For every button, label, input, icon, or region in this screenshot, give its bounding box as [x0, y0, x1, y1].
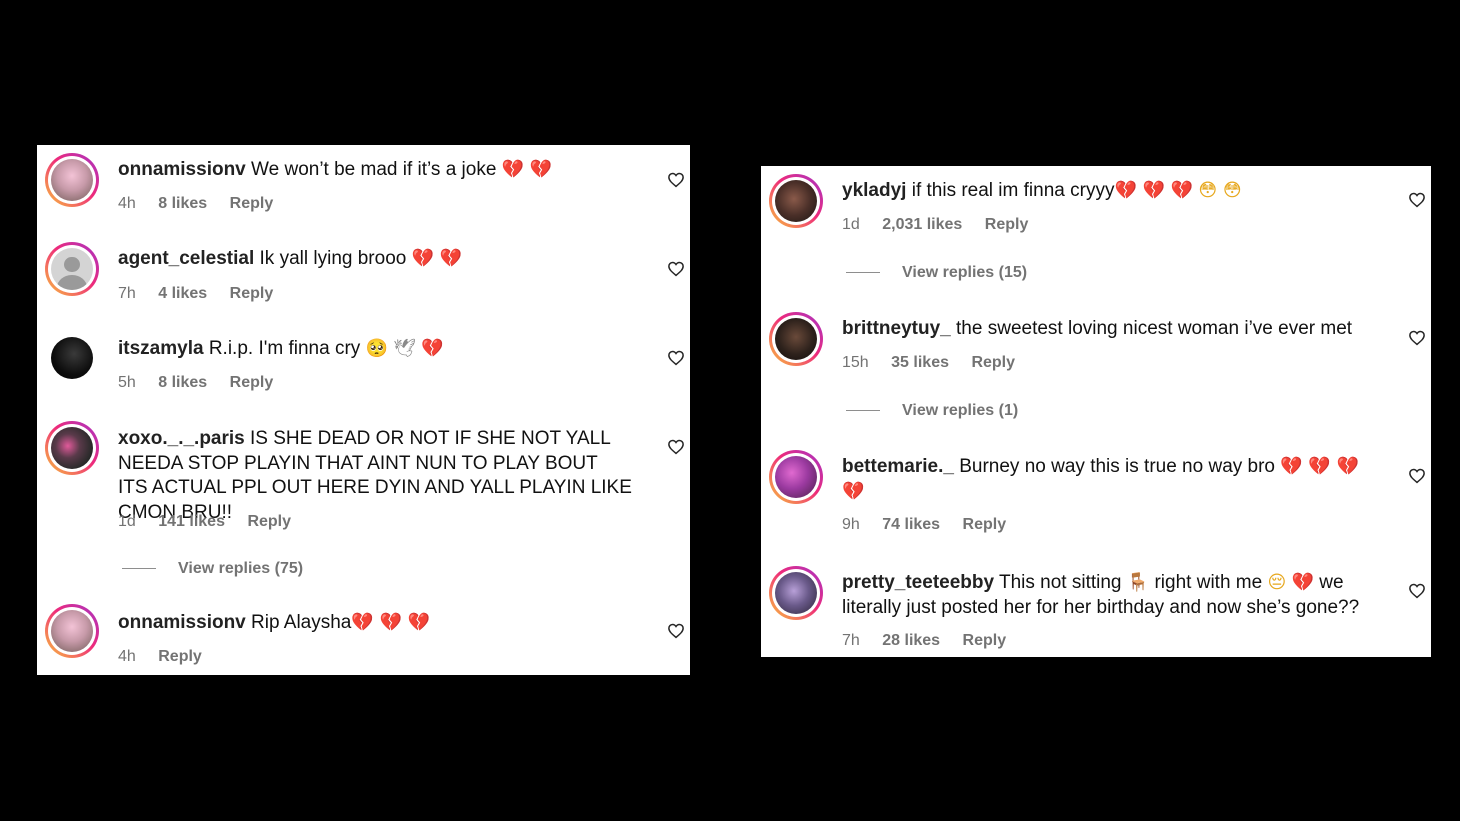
comment-text: if this real im finna cryyy [911, 180, 1115, 201]
comment-text: This not sitting [999, 572, 1122, 593]
comment-time: 5h [118, 374, 136, 391]
flushed-face-emoji: 😳 😳 [1198, 180, 1242, 201]
dove-emoji: 🕊 [393, 338, 417, 359]
broken-heart-emoji: 💔 💔 💔 [351, 612, 431, 633]
divider [846, 410, 880, 412]
like-heart-icon[interactable] [1408, 329, 1426, 347]
reply-button[interactable]: Reply [230, 195, 274, 212]
like-heart-icon[interactable] [667, 349, 685, 367]
comment-username[interactable]: itszamyla [118, 338, 204, 359]
comment-username[interactable]: pretty_teeteebby [842, 572, 994, 593]
comment-meta: 7h 4 likes Reply [118, 285, 291, 303]
reply-button[interactable]: Reply [247, 513, 291, 530]
like-heart-icon[interactable] [667, 438, 685, 456]
comment-meta: 4h Reply [118, 648, 220, 666]
comment-time: 15h [842, 354, 869, 371]
like-heart-icon[interactable] [1408, 191, 1426, 209]
comment-time: 9h [842, 516, 860, 533]
avatar[interactable] [45, 604, 99, 658]
avatar[interactable] [45, 421, 99, 475]
like-heart-icon[interactable] [667, 622, 685, 640]
broken-heart-emoji: 💔 [842, 480, 865, 502]
comment-meta: 9h 74 likes Reply [842, 516, 1024, 534]
comment-username[interactable]: agent_celestial [118, 248, 254, 269]
broken-heart-emoji: 💔 [421, 338, 444, 359]
avatar[interactable] [45, 153, 99, 207]
avatar[interactable] [769, 450, 823, 504]
comment-meta: 1d 141 likes Reply [118, 513, 309, 531]
like-heart-icon[interactable] [1408, 582, 1426, 600]
broken-heart-emoji: 💔 [1291, 572, 1314, 593]
comment-likes[interactable]: 28 likes [882, 632, 940, 649]
comment-time: 7h [118, 285, 136, 302]
left-comments-panel: onnamissionv We won’t be mad if it’s a j… [37, 145, 690, 675]
comment-likes[interactable]: 35 likes [891, 354, 949, 371]
comment-time: 1d [842, 216, 860, 233]
comment-time: 4h [118, 195, 136, 212]
like-heart-icon[interactable] [667, 171, 685, 189]
divider [846, 272, 880, 274]
comment-meta: 7h 28 likes Reply [842, 632, 1024, 650]
avatar[interactable] [45, 242, 99, 296]
comment-likes[interactable]: 2,031 likes [882, 216, 962, 233]
like-heart-icon[interactable] [667, 260, 685, 278]
comment-time: 4h [118, 648, 136, 665]
comment-username[interactable]: xoxo._._.paris [118, 428, 245, 449]
pensive-face-emoji: 😔 [1267, 572, 1287, 593]
broken-heart-emoji: 💔 💔 💔 [1114, 180, 1194, 201]
comment-username[interactable]: brittneytuy_ [842, 318, 951, 339]
comment-text: R.i.p. I'm finna cry [208, 338, 361, 359]
reply-button[interactable]: Reply [230, 285, 274, 302]
divider [122, 568, 156, 570]
avatar[interactable] [769, 566, 823, 620]
comment-text: Rip Alaysha [251, 612, 352, 633]
reply-button[interactable]: Reply [985, 216, 1029, 233]
comment-text: Burney no way this is true no way bro [959, 456, 1275, 477]
comment-text: right with me [1154, 572, 1263, 593]
broken-heart-emoji: 💔 💔 💔 [1280, 456, 1359, 477]
right-comments-panel: ykladyj if this real im finna cryyy💔 💔 💔… [761, 166, 1431, 657]
broken-heart-emoji: 💔 💔 [501, 159, 553, 180]
view-replies-label: View replies (75) [178, 560, 304, 577]
comment-time: 7h [842, 632, 860, 649]
comment-username[interactable]: bettemarie._ [842, 456, 954, 477]
view-replies-button[interactable]: View replies (1) [846, 402, 1018, 420]
comment-meta: 15h 35 likes Reply [842, 354, 1033, 372]
avatar[interactable] [45, 331, 99, 385]
reply-button[interactable]: Reply [963, 632, 1007, 649]
avatar[interactable] [769, 312, 823, 366]
pleading-face-emoji: 🥺 [365, 338, 388, 359]
chair-emoji: 🪑 [1126, 572, 1150, 593]
comment-username[interactable]: onnamissionv [118, 612, 246, 633]
comment-meta: 5h 8 likes Reply [118, 374, 291, 392]
broken-heart-emoji: 💔 💔 [411, 248, 463, 269]
comment-likes[interactable]: 74 likes [882, 516, 940, 533]
comment-likes[interactable]: 141 likes [158, 513, 225, 530]
comment-time: 1d [118, 513, 136, 530]
comment-text: Ik yall lying brooo [259, 248, 407, 269]
reply-button[interactable]: Reply [158, 648, 202, 665]
comment-meta: 1d 2,031 likes Reply [842, 216, 1046, 234]
reply-button[interactable]: Reply [963, 516, 1007, 533]
comment-text: the sweetest loving nicest woman i’ve ev… [956, 318, 1353, 339]
view-replies-button[interactable]: View replies (15) [846, 264, 1027, 282]
reply-button[interactable]: Reply [971, 354, 1015, 371]
view-replies-button[interactable]: View replies (75) [122, 560, 303, 578]
comment-username[interactable]: onnamissionv [118, 159, 246, 180]
comment-likes[interactable]: 8 likes [158, 374, 207, 391]
view-replies-label: View replies (15) [902, 264, 1028, 281]
comment-username[interactable]: ykladyj [842, 180, 906, 201]
like-heart-icon[interactable] [1408, 467, 1426, 485]
comment-meta: 4h 8 likes Reply [118, 195, 291, 213]
avatar[interactable] [769, 174, 823, 228]
comment-likes[interactable]: 8 likes [158, 195, 207, 212]
reply-button[interactable]: Reply [230, 374, 274, 391]
view-replies-label: View replies (1) [902, 402, 1019, 419]
comment-text: We won’t be mad if it’s a joke [251, 159, 497, 180]
comment-likes[interactable]: 4 likes [158, 285, 207, 302]
